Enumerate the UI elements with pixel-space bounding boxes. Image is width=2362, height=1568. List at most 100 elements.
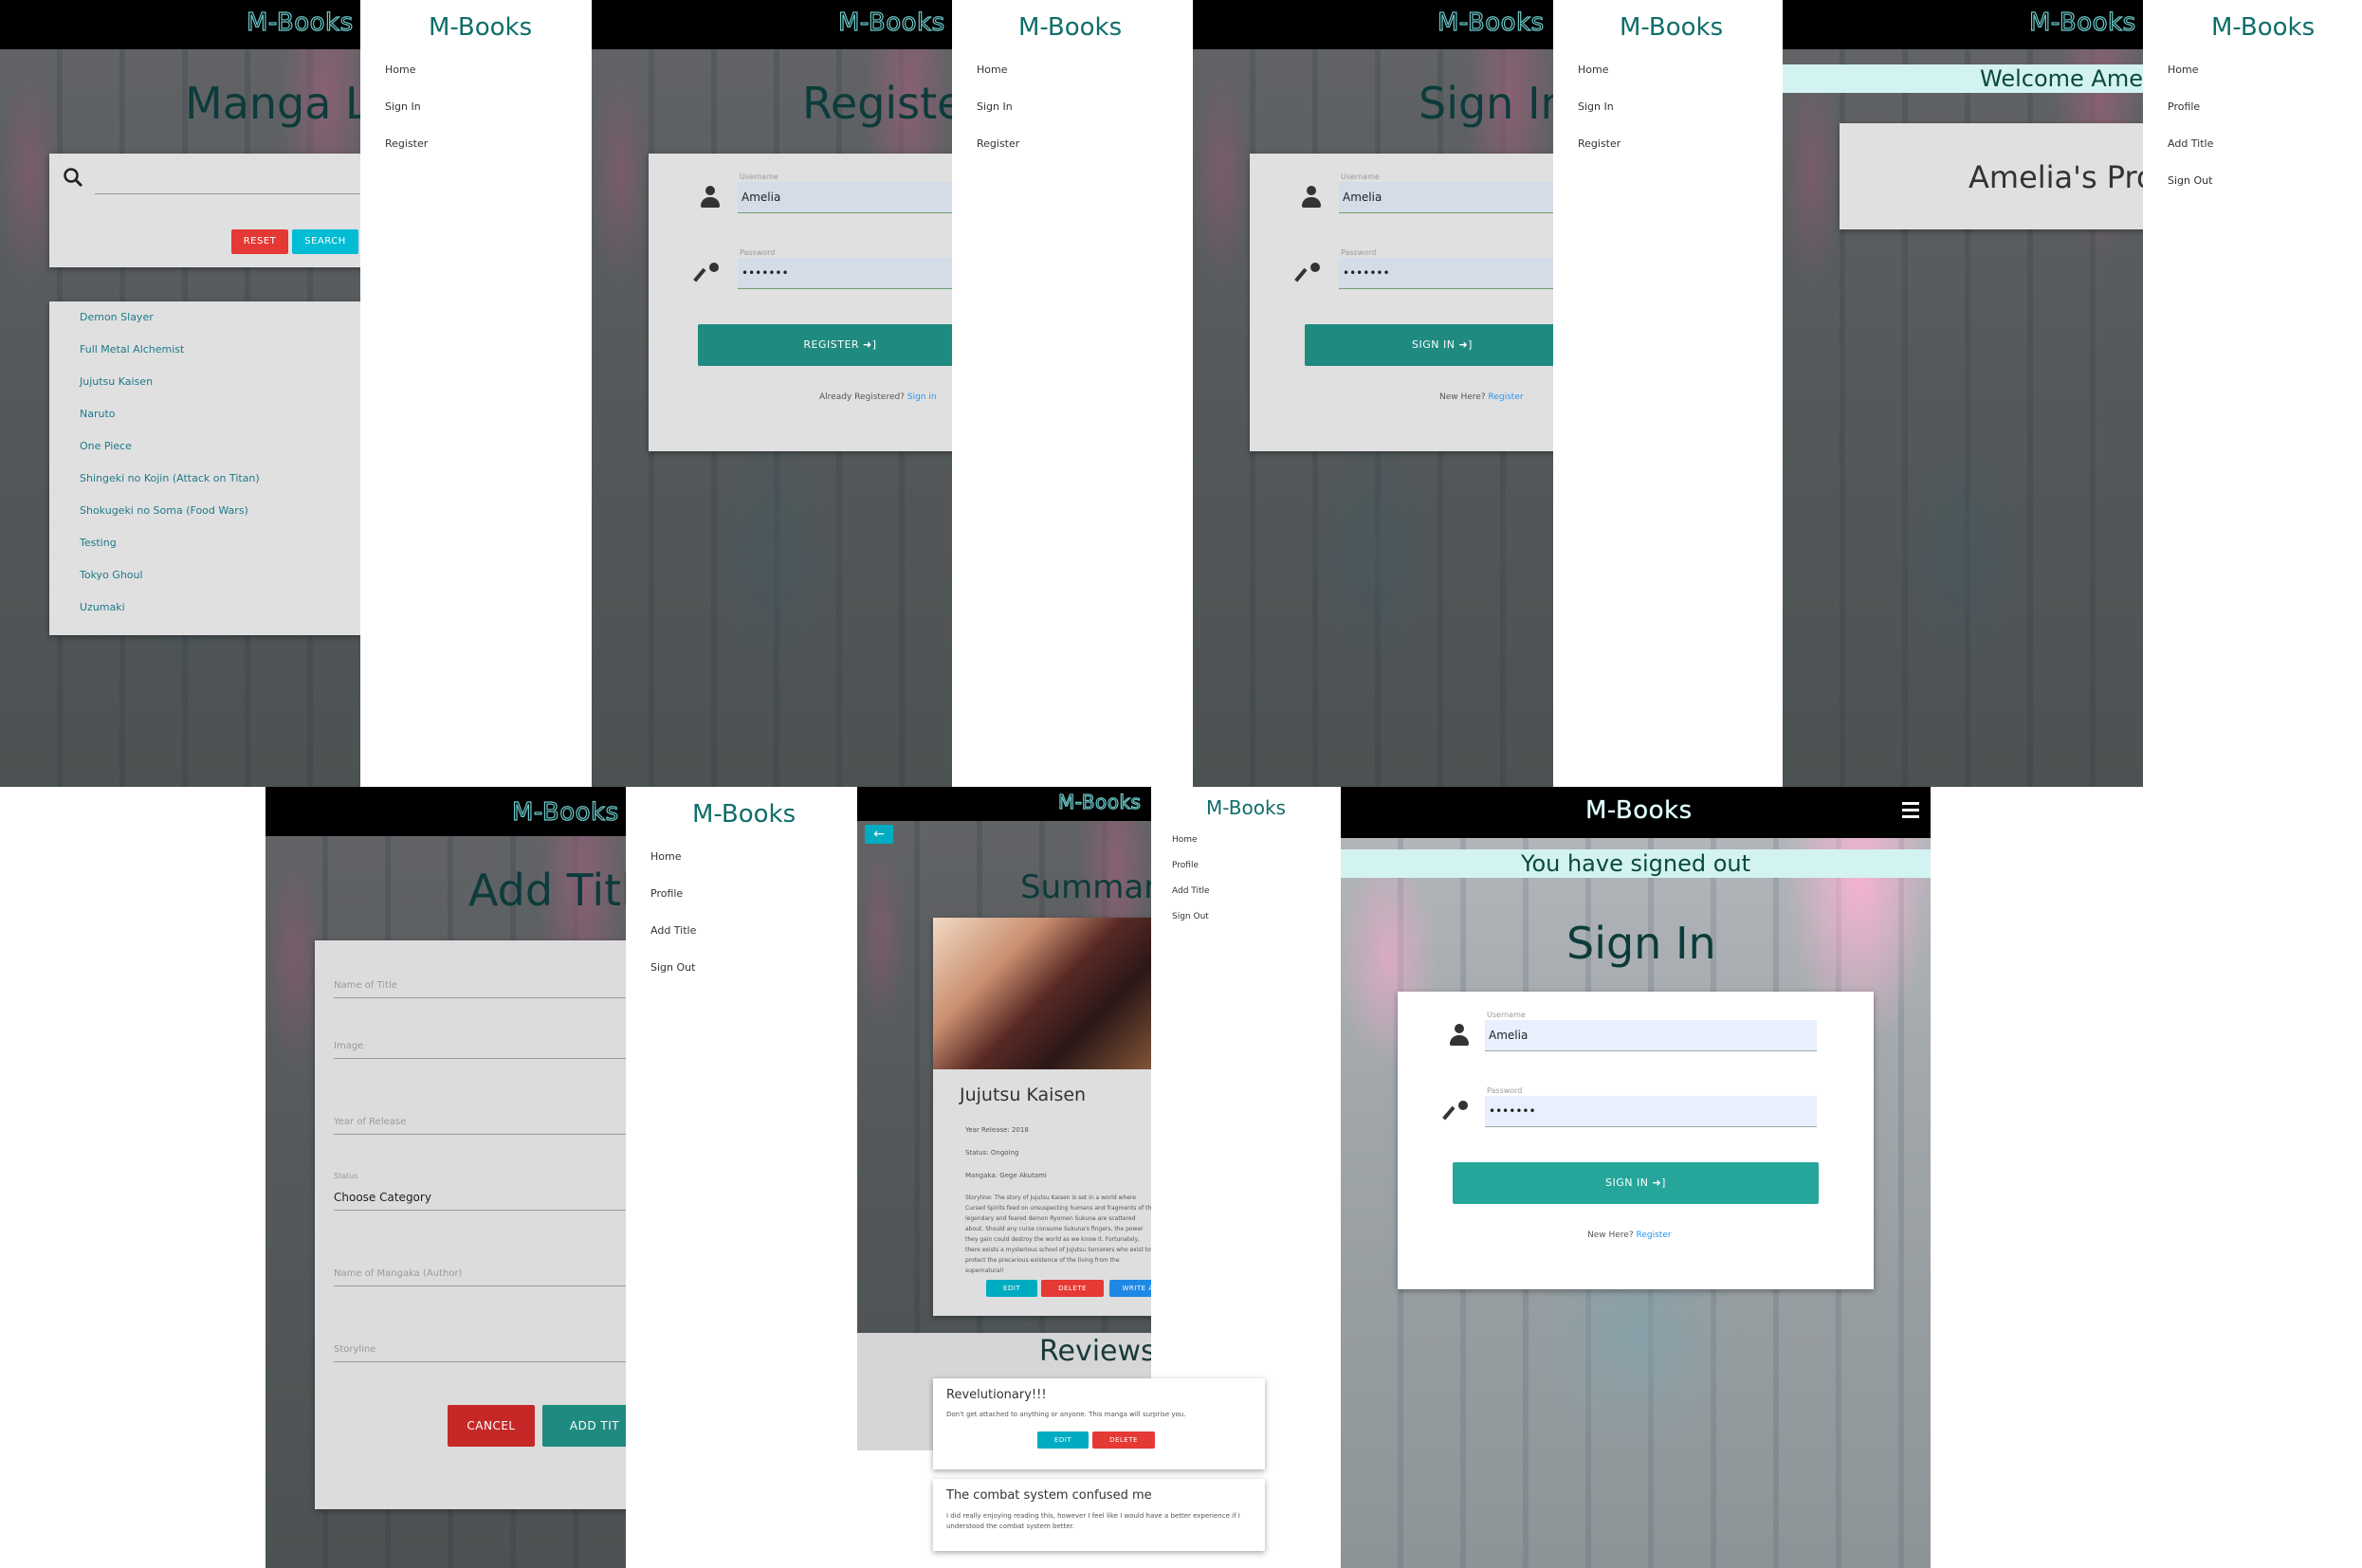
manga-list-item[interactable]: Tokyo Ghoul	[49, 559, 370, 592]
drawer-link-home[interactable]: Home	[385, 63, 428, 100]
register-link[interactable]: Register	[1637, 1231, 1672, 1240]
page-title: Manga L	[185, 78, 370, 129]
manga-list-item[interactable]: Demon Slayer	[49, 301, 370, 334]
review-delete-button[interactable]: DELETE	[1092, 1431, 1155, 1449]
new-here-text: New Here? Register	[1587, 1231, 1672, 1240]
write-review-button[interactable]: WRITE A	[1109, 1280, 1151, 1297]
manga-cover-image	[933, 918, 1151, 1069]
drawer-link-profile[interactable]: Profile	[1172, 858, 1210, 884]
status-select[interactable]: Choose Category	[334, 1191, 431, 1204]
search-input[interactable]	[95, 193, 370, 194]
manga-year: Year Release: 2018	[965, 1126, 1029, 1134]
panel-register: M-Books Registe Username Amelia Password…	[592, 0, 952, 787]
top-navbar: M-Books	[857, 787, 1151, 821]
drawer-link-sign-out[interactable]: Sign Out	[2168, 173, 2213, 210]
add-title-button[interactable]: ADD TIT	[542, 1405, 626, 1447]
drawer-link-register[interactable]: Register	[1578, 137, 1620, 173]
username-field[interactable]: Amelia	[1339, 182, 1553, 212]
background-image	[1783, 0, 2143, 787]
drawer-link-signin[interactable]: Sign In	[977, 100, 1019, 137]
password-field[interactable]: •••••••	[1339, 258, 1553, 288]
sign-in-button[interactable]: SIGN IN ➜]	[1453, 1162, 1819, 1204]
page-title: Sign In	[1566, 918, 1716, 969]
brand-logo[interactable]: M-Books	[2028, 8, 2135, 37]
year-field[interactable]: Year of Release	[334, 1117, 406, 1127]
person-icon	[1449, 1024, 1470, 1047]
already-registered-text: Already Registered? Sign in	[819, 392, 937, 402]
drawer-link-sign-out[interactable]: Sign Out	[1172, 909, 1210, 935]
title-field[interactable]: Name of Title	[334, 980, 397, 991]
manga-list-item[interactable]: One Piece	[49, 430, 370, 463]
search-button[interactable]: SEARCH	[292, 229, 358, 254]
image-field[interactable]: Image	[334, 1041, 363, 1051]
top-navbar: M-Books	[1193, 0, 1553, 49]
brand-logo[interactable]: M-Books	[1437, 8, 1544, 37]
drawer-link-home[interactable]: Home	[650, 849, 696, 886]
review-edit-button[interactable]: EDIT	[1037, 1431, 1089, 1449]
drawer-title: M-Books	[2211, 13, 2316, 42]
back-button[interactable]: ←	[865, 825, 893, 844]
drawer-link-home[interactable]: Home	[1578, 63, 1620, 100]
drawer-link-signin[interactable]: Sign In	[385, 100, 428, 137]
drawer-link-register[interactable]: Register	[977, 137, 1019, 173]
cancel-button[interactable]: CANCEL	[448, 1405, 535, 1447]
brand-logo[interactable]: M-Books	[837, 8, 944, 37]
search-card: RESET SEARCH	[49, 154, 370, 267]
brand-logo[interactable]: M-Books	[246, 8, 353, 37]
review-title: The combat system confused me	[946, 1488, 1152, 1503]
drawer-link-home[interactable]: Home	[977, 63, 1019, 100]
manga-list-item[interactable]: Full Metal Alchemist	[49, 334, 370, 366]
password-underline	[1339, 288, 1553, 289]
drawer-link-sign-out[interactable]: Sign Out	[650, 960, 696, 997]
summary-page: M-Books ← Summar Jujutsu Kaisen Year Rel…	[857, 787, 1151, 1450]
drawer-title: M-Books	[692, 800, 796, 829]
username-underline	[1485, 1050, 1817, 1051]
drawer-link-home[interactable]: Home	[2168, 63, 2213, 100]
mangaka-field[interactable]: Name of Mangaka (Author)	[334, 1268, 462, 1279]
hamburger-menu-icon[interactable]	[1902, 802, 1919, 818]
top-navbar: M-Books	[0, 0, 370, 49]
page-title: Summar	[1020, 868, 1151, 906]
manga-summary-card: Jujutsu Kaisen Year Release: 2018 Status…	[933, 918, 1151, 1316]
manga-list-item[interactable]: Shingeki no Kojin (Attack on Titan)	[49, 463, 370, 495]
brand-logo[interactable]: M-Books	[1057, 790, 1141, 813]
manga-list-item[interactable]: Testing	[49, 527, 370, 559]
sign-in-link[interactable]: Sign in	[907, 392, 937, 402]
person-icon	[700, 186, 721, 209]
drawer-title: M-Books	[1620, 13, 1724, 42]
search-icon[interactable]	[63, 167, 83, 188]
brand-logo[interactable]: M-Books	[1585, 796, 1693, 825]
delete-button[interactable]: DELETE	[1041, 1280, 1104, 1297]
drawer-link-signin[interactable]: Sign In	[1578, 100, 1620, 137]
password-label: Password	[740, 248, 776, 257]
manga-list-item[interactable]: Naruto	[49, 398, 370, 430]
storyline-field[interactable]: Storyline	[334, 1344, 375, 1355]
username-field[interactable]: Amelia	[738, 182, 952, 212]
drawer-link-profile[interactable]: Profile	[2168, 100, 2213, 137]
drawer-link-profile[interactable]: Profile	[650, 886, 696, 923]
page-title: Add Titl	[468, 865, 626, 916]
manga-list-item[interactable]: Shokugeki no Soma (Food Wars)	[49, 495, 370, 527]
sign-in-button[interactable]: SIGN IN ➜]	[1305, 324, 1553, 366]
drawer-link-add-title[interactable]: Add Title	[1172, 884, 1210, 909]
password-field[interactable]: •••••••	[738, 258, 952, 288]
drawer-link-add-title[interactable]: Add Title	[650, 923, 696, 960]
manga-list-item[interactable]: Jujutsu Kaisen	[49, 366, 370, 398]
person-icon	[1301, 186, 1322, 209]
page-title: Registe	[802, 78, 952, 129]
drawer-nav: Home Profile Add Title Sign Out	[650, 849, 696, 997]
drawer-nav: Home Profile Add Title Sign Out	[2168, 63, 2213, 210]
brand-logo[interactable]: M-Books	[511, 797, 618, 827]
manga-storyline: Storyline: The story of Jujutsu Kaisen i…	[965, 1194, 1151, 1274]
username-label: Username	[1341, 173, 1380, 181]
drawer-link-register[interactable]: Register	[385, 137, 428, 173]
manga-list-item[interactable]: Uzumaki	[49, 592, 370, 624]
edit-button[interactable]: EDIT	[986, 1280, 1037, 1297]
password-field[interactable]: •••••••	[1485, 1096, 1817, 1126]
username-field[interactable]: Amelia	[1485, 1020, 1817, 1050]
register-button[interactable]: REGISTER ➜]	[698, 324, 952, 366]
drawer-link-home[interactable]: Home	[1172, 832, 1210, 858]
reset-button[interactable]: RESET	[231, 229, 288, 254]
drawer-link-add-title[interactable]: Add Title	[2168, 137, 2213, 173]
register-link[interactable]: Register	[1489, 392, 1524, 402]
